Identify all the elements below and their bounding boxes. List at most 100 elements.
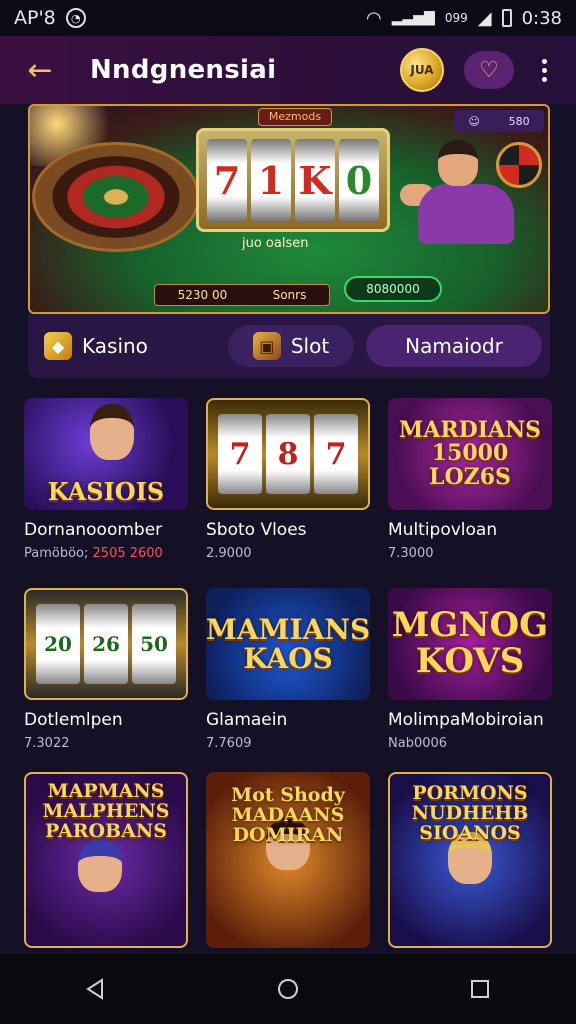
slot-reel: 0 bbox=[339, 139, 379, 221]
slot-reel: 1 bbox=[251, 139, 291, 221]
game-thumbnail[interactable]: KASIOIS bbox=[24, 398, 188, 510]
game-meta: 7.3022 bbox=[24, 736, 70, 751]
back-button[interactable]: ← bbox=[18, 48, 62, 92]
game-card[interactable]: PORMONS NUDHEHB SIOANOS bbox=[388, 772, 552, 948]
game-meta: Nab0006 bbox=[388, 736, 448, 751]
more-options-button[interactable] bbox=[530, 50, 558, 90]
player-head bbox=[438, 140, 478, 186]
tab-label: Slot bbox=[290, 334, 330, 358]
game-card[interactable]: 20 26 50 Dotlemlpen 7.3022 bbox=[24, 588, 188, 751]
more-dot-icon bbox=[541, 58, 547, 64]
game-name: Dornanooomber bbox=[24, 520, 163, 540]
game-thumbnail[interactable]: 20 26 50 bbox=[24, 588, 188, 700]
category-tabs: ◆ Kasino ▣ Slot Namaiodr bbox=[28, 314, 550, 378]
character-illustration bbox=[78, 840, 122, 892]
thumbnail-title: MARDIANS 15000 LOZ6S bbox=[398, 417, 542, 490]
circle-home-icon bbox=[278, 979, 298, 999]
slot-reel: K bbox=[295, 139, 335, 221]
jackpot-pill: 8080000 bbox=[344, 276, 442, 302]
game-thumbnail[interactable]: MGNOG KOVS bbox=[388, 588, 552, 700]
game-card[interactable]: MARDIANS 15000 LOZ6S Multipovloan 7.3000 bbox=[388, 398, 552, 561]
arrow-left-icon: ← bbox=[27, 52, 53, 88]
more-dot-icon bbox=[541, 76, 547, 82]
tab-kasino[interactable]: ◆ Kasino bbox=[36, 325, 216, 367]
score-value: 5230 00 bbox=[177, 288, 228, 302]
score-panel: 5230 00 Sonrs bbox=[154, 284, 330, 306]
app-bar: ← Nndgnensiai JUA ♡ bbox=[0, 36, 576, 104]
game-name: Dotlemlpen bbox=[24, 710, 123, 730]
game-meta-value: 2505 2600 bbox=[92, 546, 163, 561]
game-card[interactable]: KASIOIS Dornanooomber Pamöböo; 2505 2600 bbox=[24, 398, 188, 561]
tab-slot[interactable]: ▣ Slot bbox=[228, 325, 354, 367]
page-title: Nndgnensiai bbox=[90, 55, 277, 85]
game-thumbnail[interactable]: 7 8 7 bbox=[206, 398, 370, 510]
hero-banner[interactable]: Mezmods ☺ 580 7 1 K 0 juo oalsen 5230 00… bbox=[28, 104, 550, 314]
thumbnail-title: Mot Shody MADAANS DOMIRAN bbox=[231, 784, 345, 846]
game-card[interactable]: MAMIANS KAOS Glamaein 7.7609 bbox=[206, 588, 370, 751]
slot-reel: 7 bbox=[207, 139, 247, 221]
cube-icon: ◆ bbox=[44, 332, 72, 360]
wifi-icon: ◠ bbox=[366, 7, 382, 29]
triangle-back-icon bbox=[86, 978, 103, 1000]
slot-reel: 50 bbox=[132, 604, 176, 684]
slot-reel: 20 bbox=[36, 604, 80, 684]
treasure-box-icon: ▣ bbox=[252, 332, 281, 360]
system-nav-bar bbox=[0, 954, 576, 1024]
signal-icon: ▂▃▅▇ bbox=[391, 10, 435, 26]
coin-label: JUA bbox=[410, 63, 434, 77]
game-card[interactable]: 7 8 7 Sboto Vloes 2.9000 bbox=[206, 398, 370, 561]
game-card[interactable]: Mot Shody MADAANS DOMIRAN bbox=[206, 772, 370, 948]
heart-icon: ♡ bbox=[479, 57, 499, 83]
game-name: MolimpaMobiroian bbox=[388, 710, 544, 730]
coin-button[interactable]: JUA bbox=[400, 48, 444, 92]
thumbnail-title: MAPMANS MALPHENS PAROBANS bbox=[42, 780, 170, 842]
tab-label: Kasino bbox=[82, 334, 148, 358]
game-name: Glamaein bbox=[206, 710, 288, 730]
more-dot-icon bbox=[541, 67, 547, 73]
nav-home-button[interactable] bbox=[258, 959, 318, 1019]
game-meta: 2.9000 bbox=[206, 546, 252, 561]
banner-badge: ☺ 580 bbox=[454, 110, 544, 132]
game-thumbnail[interactable]: PORMONS NUDHEHB SIOANOS bbox=[388, 772, 552, 948]
badge-value: 580 bbox=[508, 114, 530, 128]
thumbnail-title: PORMONS NUDHEHB SIOANOS bbox=[411, 782, 529, 844]
thumbnail-title: MGNOG KOVS bbox=[391, 605, 549, 681]
wheel-icon bbox=[496, 142, 542, 188]
game-thumbnail[interactable]: MARDIANS 15000 LOZ6S bbox=[388, 398, 552, 510]
game-thumbnail[interactable]: Mot Shody MADAANS DOMIRAN bbox=[206, 772, 370, 948]
status-bar: AP'8 ◔ ◠ ▂▃▅▇ 099 ◢ 0:38 bbox=[0, 0, 576, 36]
carrier-label: AP'8 bbox=[14, 7, 56, 29]
game-name: Multipovloan bbox=[388, 520, 498, 540]
game-card[interactable]: MAPMANS MALPHENS PAROBANS bbox=[24, 772, 188, 948]
notification-icon: ◔ bbox=[65, 8, 86, 28]
game-card[interactable]: MGNOG KOVS MolimpaMobiroian Nab0006 bbox=[388, 588, 552, 751]
square-recents-icon bbox=[471, 980, 489, 998]
thumbnail-title: KASIOIS bbox=[47, 476, 165, 506]
game-thumbnail[interactable]: MAPMANS MALPHENS PAROBANS bbox=[24, 772, 188, 948]
banner-tag: Mezmods bbox=[258, 108, 332, 126]
score-label: Sonrs bbox=[272, 288, 307, 302]
slot-reels: 7 8 7 bbox=[218, 414, 358, 494]
slot-reel: 8 bbox=[266, 414, 310, 494]
tab-namaiodr[interactable]: Namaiodr bbox=[366, 325, 542, 367]
game-meta-label: Pamöböo; bbox=[24, 546, 89, 561]
tab-label: Namaiodr bbox=[405, 334, 503, 358]
nav-recents-button[interactable] bbox=[450, 959, 510, 1019]
game-meta: 7.3000 bbox=[388, 546, 434, 561]
slot-machine-illustration: 7 1 K 0 bbox=[196, 128, 390, 232]
favorites-button[interactable]: ♡ bbox=[464, 51, 514, 89]
game-meta: Pamöböo; 2505 2600 bbox=[24, 546, 188, 561]
slot-reel: 7 bbox=[218, 414, 262, 494]
nav-back-button[interactable] bbox=[66, 959, 126, 1019]
game-thumbnail[interactable]: MAMIANS KAOS bbox=[206, 588, 370, 700]
thumbnail-title: MAMIANS KAOS bbox=[206, 612, 370, 675]
battery-icon bbox=[501, 9, 512, 27]
character-illustration bbox=[90, 404, 134, 460]
banner-center-label: juo oalsen bbox=[242, 236, 309, 251]
slot-reels: 20 26 50 bbox=[36, 604, 176, 684]
clock: 0:38 bbox=[521, 7, 562, 29]
signal-text: 099 bbox=[444, 11, 468, 25]
game-meta: 7.7609 bbox=[206, 736, 252, 751]
slot-reel: 26 bbox=[84, 604, 128, 684]
player-body bbox=[418, 184, 514, 244]
